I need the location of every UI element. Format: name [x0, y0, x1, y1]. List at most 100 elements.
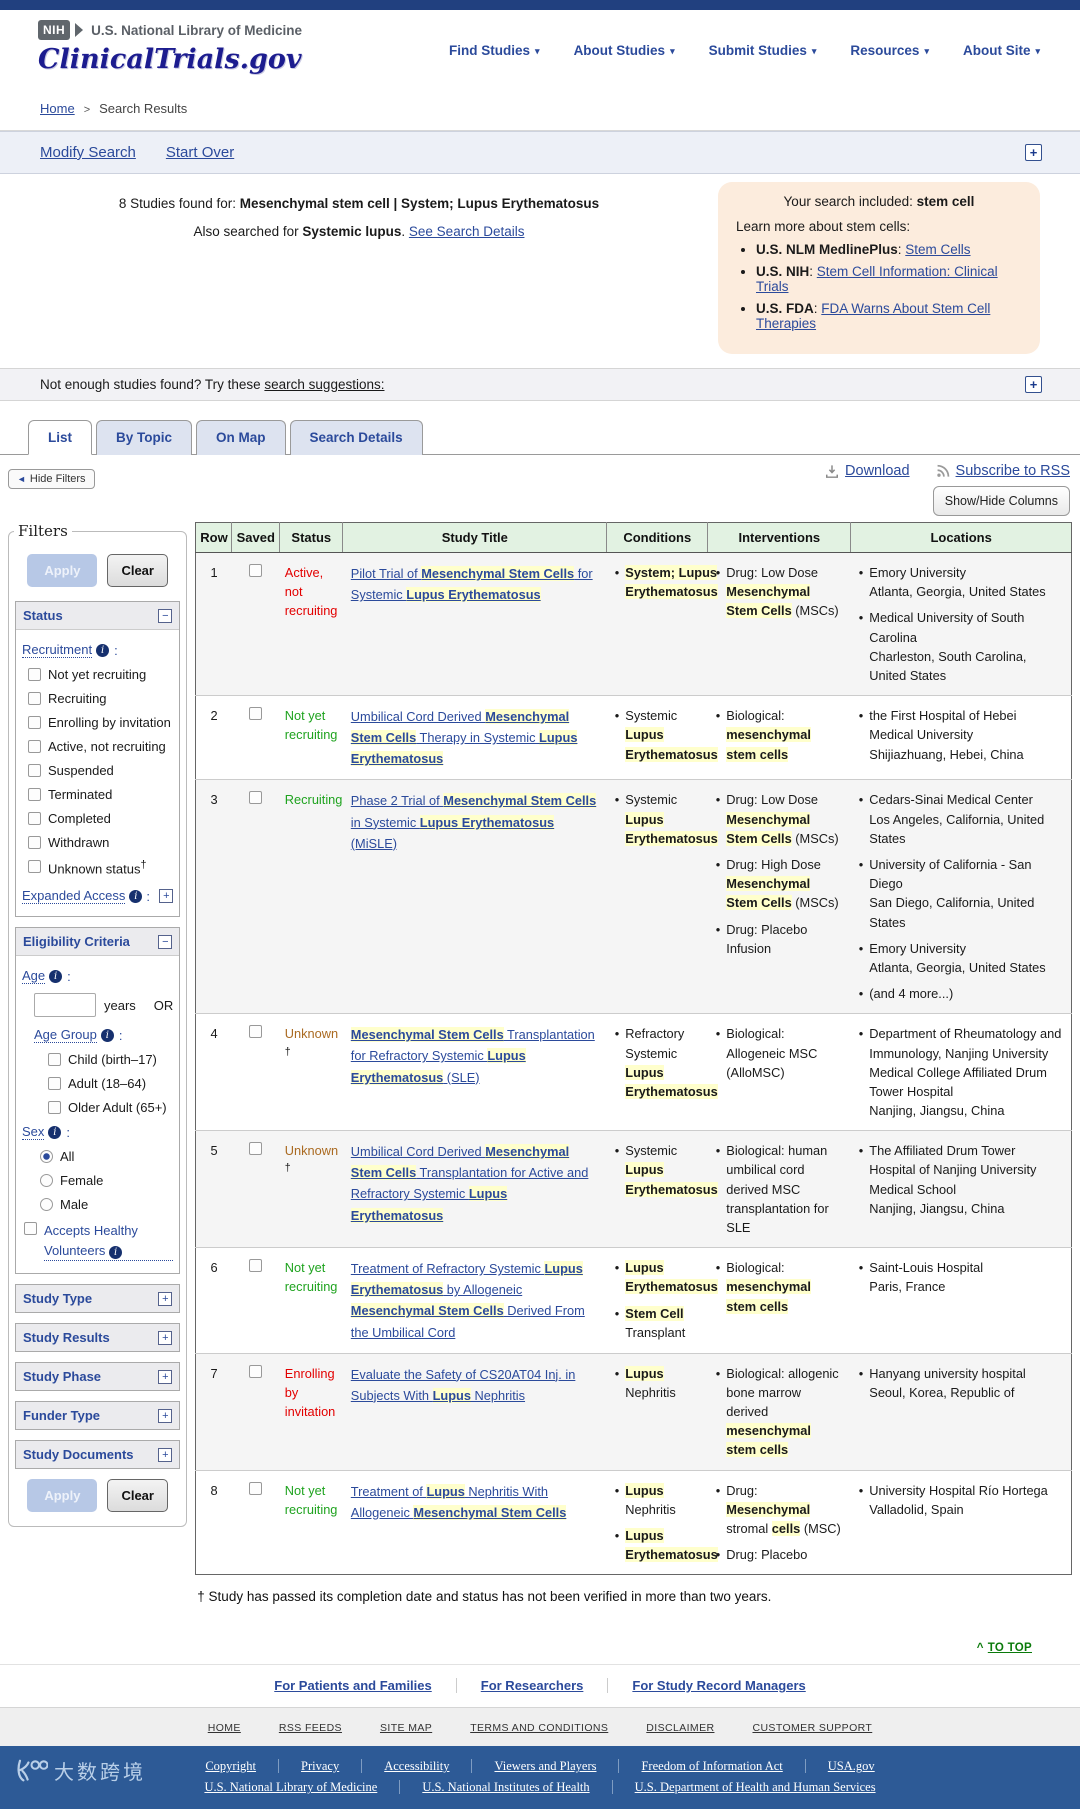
info-icon[interactable]: i	[129, 889, 143, 903]
gov-link-freedom-of-information-act[interactable]: Freedom of Information Act	[641, 1759, 806, 1774]
expanded-access-row[interactable]: Expanded Access i :	[22, 888, 174, 905]
clear-filters-button-bottom[interactable]: Clear	[107, 1479, 168, 1513]
sex-option-all-input[interactable]	[40, 1150, 53, 1164]
tab-on-map[interactable]: On Map	[196, 420, 286, 455]
age-group-option-adult-18-64[interactable]: Adult (18–64)	[48, 1076, 173, 1091]
site-link-rss-feeds[interactable]: RSS FEEDS	[279, 1722, 342, 1734]
panel-header-funder-type[interactable]: Funder Type	[16, 1402, 180, 1430]
age-group-option-older-adult-65[interactable]: Older Adult (65+)	[48, 1100, 173, 1115]
age-group-option-child-birth-17-input[interactable]	[48, 1053, 61, 1067]
age-group-option-adult-18-64-input[interactable]	[48, 1077, 61, 1091]
clear-filters-button-top[interactable]: Clear	[107, 554, 168, 587]
sex-option-female[interactable]: Female	[40, 1173, 173, 1188]
recruitment-option-enrolling-by-invitation-input[interactable]	[28, 716, 41, 729]
recruitment-option-unknown-status[interactable]: Unknown status†	[28, 859, 173, 876]
expand-panel-icon[interactable]	[158, 1330, 173, 1345]
apply-filters-button-top[interactable]: Apply	[27, 554, 98, 587]
panel-header-study-documents[interactable]: Study Documents	[16, 1441, 180, 1469]
study-title-link[interactable]: Umbilical Cord Derived Mesenchymal Stem …	[350, 709, 578, 767]
age-label[interactable]: Age i	[22, 968, 173, 985]
expand-panel-icon[interactable]	[158, 1447, 173, 1462]
recruitment-option-not-yet-recruiting[interactable]: Not yet recruiting	[28, 667, 173, 682]
site-title[interactable]: ClinicalTrials.gov	[38, 44, 302, 75]
site-link-site-map[interactable]: SITE MAP	[380, 1722, 432, 1734]
status-panel-header[interactable]: Status	[16, 602, 180, 630]
study-title-link[interactable]: Evaluate the Safety of CS20AT04 Inj. in …	[351, 1367, 575, 1403]
tab-search-details[interactable]: Search Details	[289, 420, 423, 455]
saved-checkbox[interactable]	[249, 707, 263, 721]
recruitment-option-completed-input[interactable]	[28, 812, 41, 825]
collapse-panel-icon[interactable]	[158, 608, 173, 623]
healthy-volunteers-checkbox[interactable]	[24, 1222, 37, 1236]
age-group-option-child-birth-17[interactable]: Child (birth–17)	[48, 1052, 173, 1067]
gov-link-u-s-national-library-of-medicine[interactable]: U.S. National Library of Medicine	[204, 1780, 401, 1795]
breadcrumb-home-link[interactable]: Home	[40, 101, 75, 116]
footer-link-for-patients-and-families[interactable]: For Patients and Families	[250, 1678, 457, 1694]
site-link-disclaimer[interactable]: DISCLAIMER	[646, 1722, 714, 1734]
expand-toolbar-icon[interactable]	[1025, 144, 1042, 161]
expand-suggestions-icon[interactable]	[1025, 376, 1042, 393]
apply-filters-button-bottom[interactable]: Apply	[27, 1479, 98, 1513]
panel-header-study-type[interactable]: Study Type	[16, 1285, 180, 1313]
sex-option-all[interactable]: All	[40, 1149, 173, 1164]
study-title-link[interactable]: Pilot Trial of Mesenchymal Stem Cells fo…	[351, 566, 593, 603]
tab-list[interactable]: List	[28, 420, 93, 455]
nav-item-resources[interactable]: Resources	[850, 43, 929, 58]
site-link-customer-support[interactable]: CUSTOMER SUPPORT	[752, 1722, 872, 1734]
info-icon[interactable]: i	[100, 1028, 114, 1042]
site-link-terms-and-conditions[interactable]: TERMS AND CONDITIONS	[470, 1722, 608, 1734]
nav-item-find-studies[interactable]: Find Studies	[449, 43, 540, 58]
recruitment-option-not-yet-recruiting-input[interactable]	[28, 668, 41, 681]
tab-by-topic[interactable]: By Topic	[96, 420, 193, 455]
to-top-link[interactable]: TO TOP	[977, 1642, 1032, 1654]
expand-panel-icon[interactable]	[159, 889, 174, 904]
age-group-option-older-adult-65-input[interactable]	[48, 1101, 61, 1115]
subscribe-rss-link[interactable]: Subscribe to RSS	[936, 463, 1070, 479]
recruitment-option-unknown-status-input[interactable]	[28, 860, 41, 873]
sex-option-male[interactable]: Male	[40, 1197, 173, 1212]
collapse-panel-icon[interactable]	[158, 934, 173, 949]
logo-block[interactable]: NIH U.S. National Library of Medicine Cl…	[38, 20, 302, 75]
show-hide-columns-button[interactable]: Show/Hide Columns	[932, 486, 1070, 516]
saved-checkbox[interactable]	[249, 791, 263, 805]
info-icon[interactable]: i	[48, 1125, 62, 1139]
nav-item-about-site[interactable]: About Site	[963, 43, 1040, 58]
see-search-details-link[interactable]: See Search Details	[409, 224, 525, 239]
saved-checkbox[interactable]	[249, 1481, 263, 1495]
gov-link-copyright[interactable]: Copyright	[205, 1759, 280, 1774]
gov-link-u-s-national-institutes-of-health[interactable]: U.S. National Institutes of Health	[422, 1780, 613, 1795]
recruitment-option-completed[interactable]: Completed	[28, 811, 173, 826]
expand-panel-icon[interactable]	[158, 1369, 173, 1384]
study-title-link[interactable]: Treatment of Lupus Nephritis With Alloge…	[351, 1483, 567, 1520]
recruitment-label[interactable]: Recruitment i	[22, 642, 173, 658]
info-icon[interactable]: i	[109, 1245, 123, 1259]
recruitment-option-suspended[interactable]: Suspended	[28, 763, 173, 778]
gov-link-accessibility[interactable]: Accessibility	[384, 1759, 473, 1774]
sex-label[interactable]: Sex i	[22, 1124, 173, 1141]
saved-checkbox[interactable]	[249, 564, 263, 577]
search-suggestions-link[interactable]: search suggestions:	[264, 377, 384, 392]
footer-link-for-researchers[interactable]: For Researchers	[456, 1678, 609, 1694]
gov-link-usa-gov[interactable]: USA.gov	[828, 1759, 875, 1773]
recruitment-option-terminated[interactable]: Terminated	[28, 787, 173, 802]
sex-option-female-input[interactable]	[40, 1174, 53, 1188]
accepts-healthy-volunteers-option[interactable]: Accepts Healthy Volunteers i	[24, 1221, 174, 1262]
saved-checkbox[interactable]	[249, 1025, 263, 1039]
study-title-link[interactable]: Mesenchymal Stem Cells Transplantation f…	[350, 1027, 595, 1085]
recruitment-option-withdrawn-input[interactable]	[28, 836, 41, 849]
recruitment-option-withdrawn[interactable]: Withdrawn	[28, 835, 173, 850]
panel-header-study-results[interactable]: Study Results	[16, 1324, 180, 1352]
expand-panel-icon[interactable]	[158, 1291, 173, 1306]
saved-checkbox[interactable]	[249, 1142, 263, 1156]
nav-item-about-studies[interactable]: About Studies	[574, 43, 675, 58]
recruitment-option-active-not-recruiting[interactable]: Active, not recruiting	[28, 739, 173, 754]
age-input[interactable]	[34, 993, 96, 1018]
age-group-label[interactable]: Age Group i	[34, 1027, 173, 1044]
sex-option-male-input[interactable]	[40, 1198, 53, 1212]
recruitment-option-recruiting[interactable]: Recruiting	[28, 691, 173, 706]
modify-search-link[interactable]: Modify Search	[40, 144, 136, 161]
study-title-link[interactable]: Phase 2 Trial of Mesenchymal Stem Cells …	[351, 793, 597, 851]
gov-link-u-s-department-of-health-and-human-services[interactable]: U.S. Department of Health and Human Serv…	[635, 1780, 876, 1794]
gov-link-viewers-and-players[interactable]: Viewers and Players	[494, 1759, 620, 1774]
expand-panel-icon[interactable]	[158, 1408, 173, 1423]
